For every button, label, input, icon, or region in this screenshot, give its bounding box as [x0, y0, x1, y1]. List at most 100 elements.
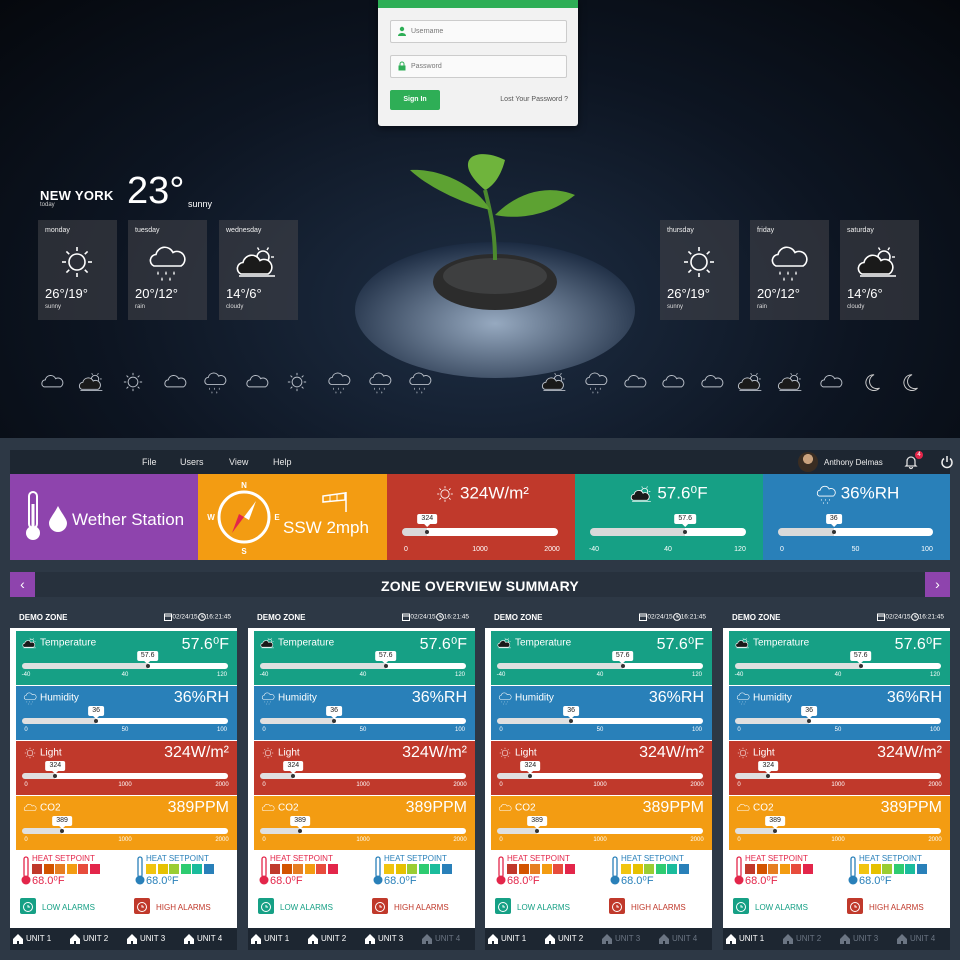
- cool-level-block[interactable]: [384, 864, 394, 874]
- heat-level-block[interactable]: [78, 864, 88, 874]
- unit-tab-4[interactable]: UNIT 4: [896, 928, 935, 950]
- light-slider-thumb[interactable]: [53, 774, 58, 778]
- humidity-slider-thumb[interactable]: [332, 719, 337, 723]
- cool-level-block[interactable]: [882, 864, 892, 874]
- unit-tab-3[interactable]: UNIT 3: [126, 928, 165, 950]
- light-slider-thumb[interactable]: [528, 774, 533, 778]
- cool-level-block[interactable]: [870, 864, 881, 874]
- heat-level-block[interactable]: [541, 864, 552, 874]
- co2-slider[interactable]: [497, 828, 703, 834]
- unit-tab-2[interactable]: UNIT 2: [307, 928, 346, 950]
- humidity-slider[interactable]: [735, 718, 941, 724]
- humidity-slider[interactable]: [22, 718, 228, 724]
- menu-help[interactable]: Help: [273, 457, 292, 467]
- light-slider[interactable]: [735, 773, 941, 779]
- heat-level-block[interactable]: [43, 864, 54, 874]
- password-field[interactable]: Password: [390, 55, 567, 78]
- heat-level-block[interactable]: [270, 864, 280, 874]
- temperature-slider[interactable]: [260, 663, 466, 669]
- unit-tab-2[interactable]: UNIT 2: [782, 928, 821, 950]
- heat-level-block[interactable]: [518, 864, 529, 874]
- heat-level-block[interactable]: [281, 864, 292, 874]
- cool-level-block[interactable]: [893, 864, 904, 874]
- cool-level-block[interactable]: [203, 864, 214, 874]
- heat-level-block[interactable]: [802, 864, 813, 874]
- co2-slider[interactable]: [735, 828, 941, 834]
- co2-slider[interactable]: [260, 828, 466, 834]
- temperature-slider-thumb[interactable]: [383, 664, 388, 668]
- cool-level-block[interactable]: [667, 864, 677, 874]
- cool-level-block[interactable]: [441, 864, 452, 874]
- heat-level-block[interactable]: [32, 864, 42, 874]
- cool-level-block[interactable]: [621, 864, 631, 874]
- username-field[interactable]: Username: [390, 20, 567, 43]
- heat-level-block[interactable]: [791, 864, 801, 874]
- humidity-slider-thumb[interactable]: [807, 719, 812, 723]
- cool-level-block[interactable]: [180, 864, 191, 874]
- heat-level-block[interactable]: [89, 864, 100, 874]
- unit-tab-1[interactable]: UNIT 1: [725, 928, 764, 950]
- cool-level-block[interactable]: [192, 864, 202, 874]
- temperature-slider[interactable]: [22, 663, 228, 669]
- unit-tab-4[interactable]: UNIT 4: [183, 928, 222, 950]
- heat-level-block[interactable]: [507, 864, 517, 874]
- unit-tab-1[interactable]: UNIT 1: [250, 928, 289, 950]
- cool-level-block[interactable]: [916, 864, 927, 874]
- humidity-slider-thumb[interactable]: [569, 719, 574, 723]
- unit-tab-3[interactable]: UNIT 3: [601, 928, 640, 950]
- temp-slider[interactable]: [590, 528, 746, 536]
- heat-level-block[interactable]: [316, 864, 326, 874]
- cool-level-block[interactable]: [632, 864, 643, 874]
- light-slider[interactable]: [497, 773, 703, 779]
- unit-tab-3[interactable]: UNIT 3: [839, 928, 878, 950]
- heat-level-block[interactable]: [327, 864, 338, 874]
- unit-tab-4[interactable]: UNIT 4: [658, 928, 697, 950]
- sign-in-button[interactable]: Sign In: [390, 90, 440, 110]
- heat-level-block[interactable]: [304, 864, 315, 874]
- cool-level-block[interactable]: [395, 864, 406, 874]
- unit-tab-2[interactable]: UNIT 2: [69, 928, 108, 950]
- humid-slider-thumb[interactable]: [831, 530, 836, 534]
- humidity-slider[interactable]: [260, 718, 466, 724]
- temperature-slider-thumb[interactable]: [858, 664, 863, 668]
- cool-level-block[interactable]: [655, 864, 666, 874]
- menu-users[interactable]: Users: [180, 457, 204, 467]
- menu-view[interactable]: View: [229, 457, 248, 467]
- unit-tab-1[interactable]: UNIT 1: [12, 928, 51, 950]
- heat-level-block[interactable]: [779, 864, 790, 874]
- light-slider-thumb[interactable]: [766, 774, 771, 778]
- humidity-slider-thumb[interactable]: [94, 719, 99, 723]
- light-slider-thumb[interactable]: [291, 774, 296, 778]
- heat-level-block[interactable]: [564, 864, 575, 874]
- cool-level-block[interactable]: [644, 864, 654, 874]
- cool-level-block[interactable]: [146, 864, 156, 874]
- menu-file[interactable]: File: [142, 457, 157, 467]
- lost-password-link[interactable]: Lost Your Password ?: [500, 96, 568, 103]
- heat-level-block[interactable]: [553, 864, 563, 874]
- light-slider[interactable]: [260, 773, 466, 779]
- heat-level-block[interactable]: [756, 864, 767, 874]
- co2-slider[interactable]: [22, 828, 228, 834]
- cool-level-block[interactable]: [418, 864, 429, 874]
- cool-level-block[interactable]: [859, 864, 869, 874]
- unit-tab-4[interactable]: UNIT 4: [421, 928, 460, 950]
- cool-level-block[interactable]: [678, 864, 689, 874]
- humidity-slider[interactable]: [497, 718, 703, 724]
- avatar[interactable]: [798, 452, 818, 472]
- temperature-slider[interactable]: [497, 663, 703, 669]
- co2-slider-thumb[interactable]: [298, 829, 303, 833]
- user-name[interactable]: Anthony Delmas: [824, 458, 883, 467]
- unit-tab-3[interactable]: UNIT 3: [364, 928, 403, 950]
- temperature-slider-thumb[interactable]: [620, 664, 625, 668]
- temperature-slider-thumb[interactable]: [145, 664, 150, 668]
- power-icon[interactable]: [940, 455, 954, 469]
- humid-slider[interactable]: [778, 528, 933, 536]
- heat-level-block[interactable]: [745, 864, 755, 874]
- cool-level-block[interactable]: [905, 864, 915, 874]
- cool-level-block[interactable]: [407, 864, 417, 874]
- cool-level-block[interactable]: [169, 864, 179, 874]
- heat-level-block[interactable]: [530, 864, 540, 874]
- co2-slider-thumb[interactable]: [535, 829, 540, 833]
- cool-level-block[interactable]: [430, 864, 440, 874]
- light-slider-thumb[interactable]: [425, 530, 430, 534]
